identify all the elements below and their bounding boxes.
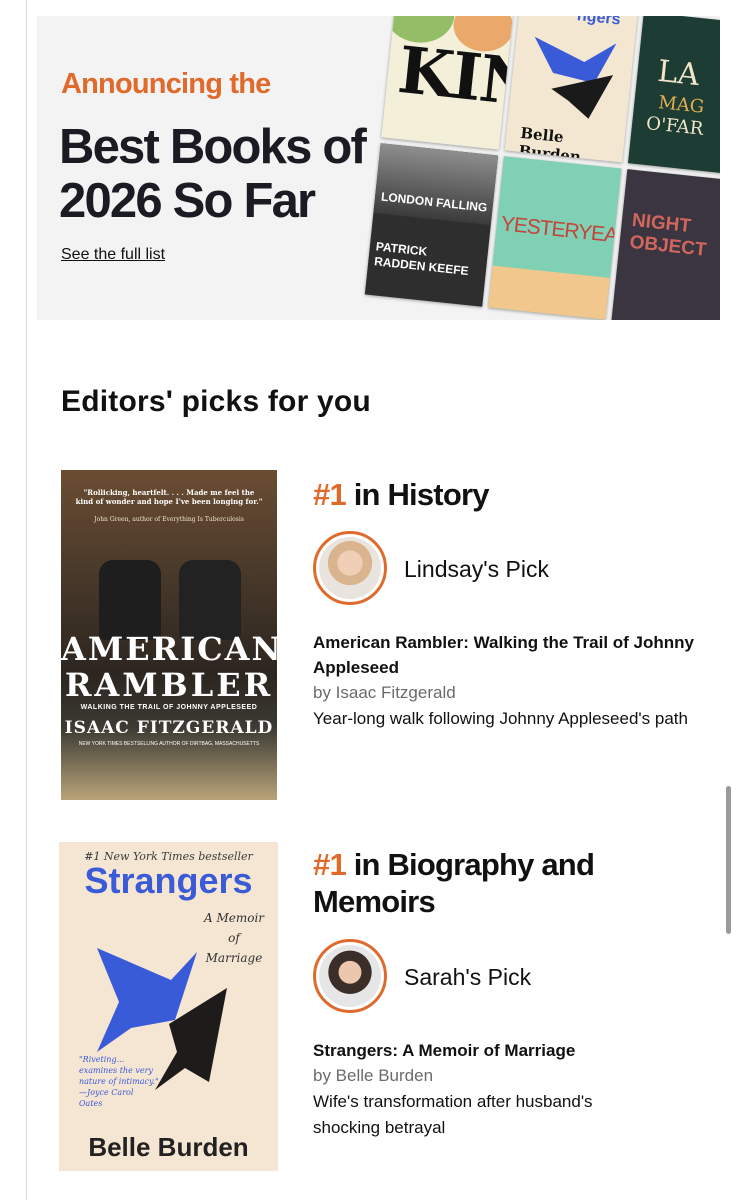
banner-announce: Announcing the (61, 68, 271, 100)
rank-category: in Biography and Memoirs (313, 847, 595, 919)
cover-kin[interactable]: KIN (381, 16, 515, 150)
rank-number: #1 (313, 477, 347, 512)
cover-strangers-small-title: ngers (576, 16, 622, 29)
see-full-list-link[interactable]: See the full list (61, 246, 165, 264)
cover-yesteryear-title: YESTERYEAR (499, 212, 622, 249)
rank-heading: #1 in Biography and Memoirs (313, 846, 613, 920)
book-description: Year-long walk following Johnny Applesee… (313, 709, 688, 728)
cover-strangers-small[interactable]: ngers Belle Burden (504, 16, 638, 163)
picker-label: Sarah's Pick (404, 964, 532, 990)
cover-title-line1: AMERICAN (61, 630, 277, 668)
rank-heading: #1 in History (313, 476, 489, 513)
cover-night-title: NIGHT OBJECT (628, 209, 708, 261)
cover-quote: "Rollicking, heartfelt. . . . Made me fe… (75, 488, 263, 506)
cover-subtitle: WALKING THE TRAIL OF JOHNNY APPLESEED (80, 704, 258, 711)
book-title-link[interactable]: American Rambler: Walking the Trail of J… (313, 630, 703, 680)
banner-title: Best Books of 2026 So Far (59, 120, 367, 228)
cover-quote: "Riveting... examines the very nature of… (79, 1055, 159, 1108)
cover-kin-title: KIN (394, 32, 515, 122)
avatar-photo (319, 945, 381, 1007)
cover-night-object[interactable]: NIGHT OBJECT (611, 169, 720, 320)
cover-yesteryear[interactable]: YESTERYEAR (488, 156, 622, 320)
cover-title-line2: RAMBLER (64, 666, 274, 704)
cover-strangers-small-author: Belle Burden (517, 123, 582, 163)
best-books-banner[interactable]: Announcing the Best Books of 2026 So Far… (37, 16, 720, 320)
cover-author: ISAAC FITZGERALD (64, 718, 274, 738)
rank-number: #1 (313, 847, 347, 882)
cover-london-author: PATRICK RADDEN KEEFE (373, 239, 470, 279)
cover-london-falling[interactable]: LONDON FALLING PATRICK RADDEN KEEFE (364, 143, 499, 307)
bird-icon (534, 36, 617, 119)
cover-quote-attribution: John Green, author of Everything Is Tube… (94, 516, 244, 523)
book-author[interactable]: by Belle Burden (313, 1066, 433, 1086)
cover-tagline: NEW YORK TIMES BESTSELLING AUTHOR OF DIR… (78, 741, 260, 747)
rank-category: in History (345, 477, 490, 512)
avatar (313, 939, 387, 1013)
book-covers-collage: KIN ngers Belle Burden LA MAG O'FAR LOND… (362, 16, 720, 320)
avatar (313, 531, 387, 605)
cover-la[interactable]: LA MAG O'FAR (627, 16, 720, 176)
cover-strangers[interactable]: #1 New York Times bestseller Strangers A… (59, 842, 278, 1171)
left-divider (26, 0, 27, 1200)
book-description: Wife's transformation after husband's sh… (313, 1092, 593, 1137)
cover-author: Belle Burden (88, 1132, 249, 1162)
book-author[interactable]: by Isaac Fitzgerald (313, 683, 456, 703)
picker-label: Lindsay's Pick (404, 556, 550, 582)
cover-american-rambler[interactable]: "Rollicking, heartfelt. . . . Made me fe… (61, 470, 277, 800)
cover-la-title: LA (655, 53, 701, 94)
book-title-link[interactable]: Strangers: A Memoir of Marriage (313, 1038, 703, 1063)
scrollbar-thumb[interactable] (726, 786, 731, 934)
section-heading: Editors' picks for you (61, 385, 371, 418)
avatar-photo (319, 537, 381, 599)
